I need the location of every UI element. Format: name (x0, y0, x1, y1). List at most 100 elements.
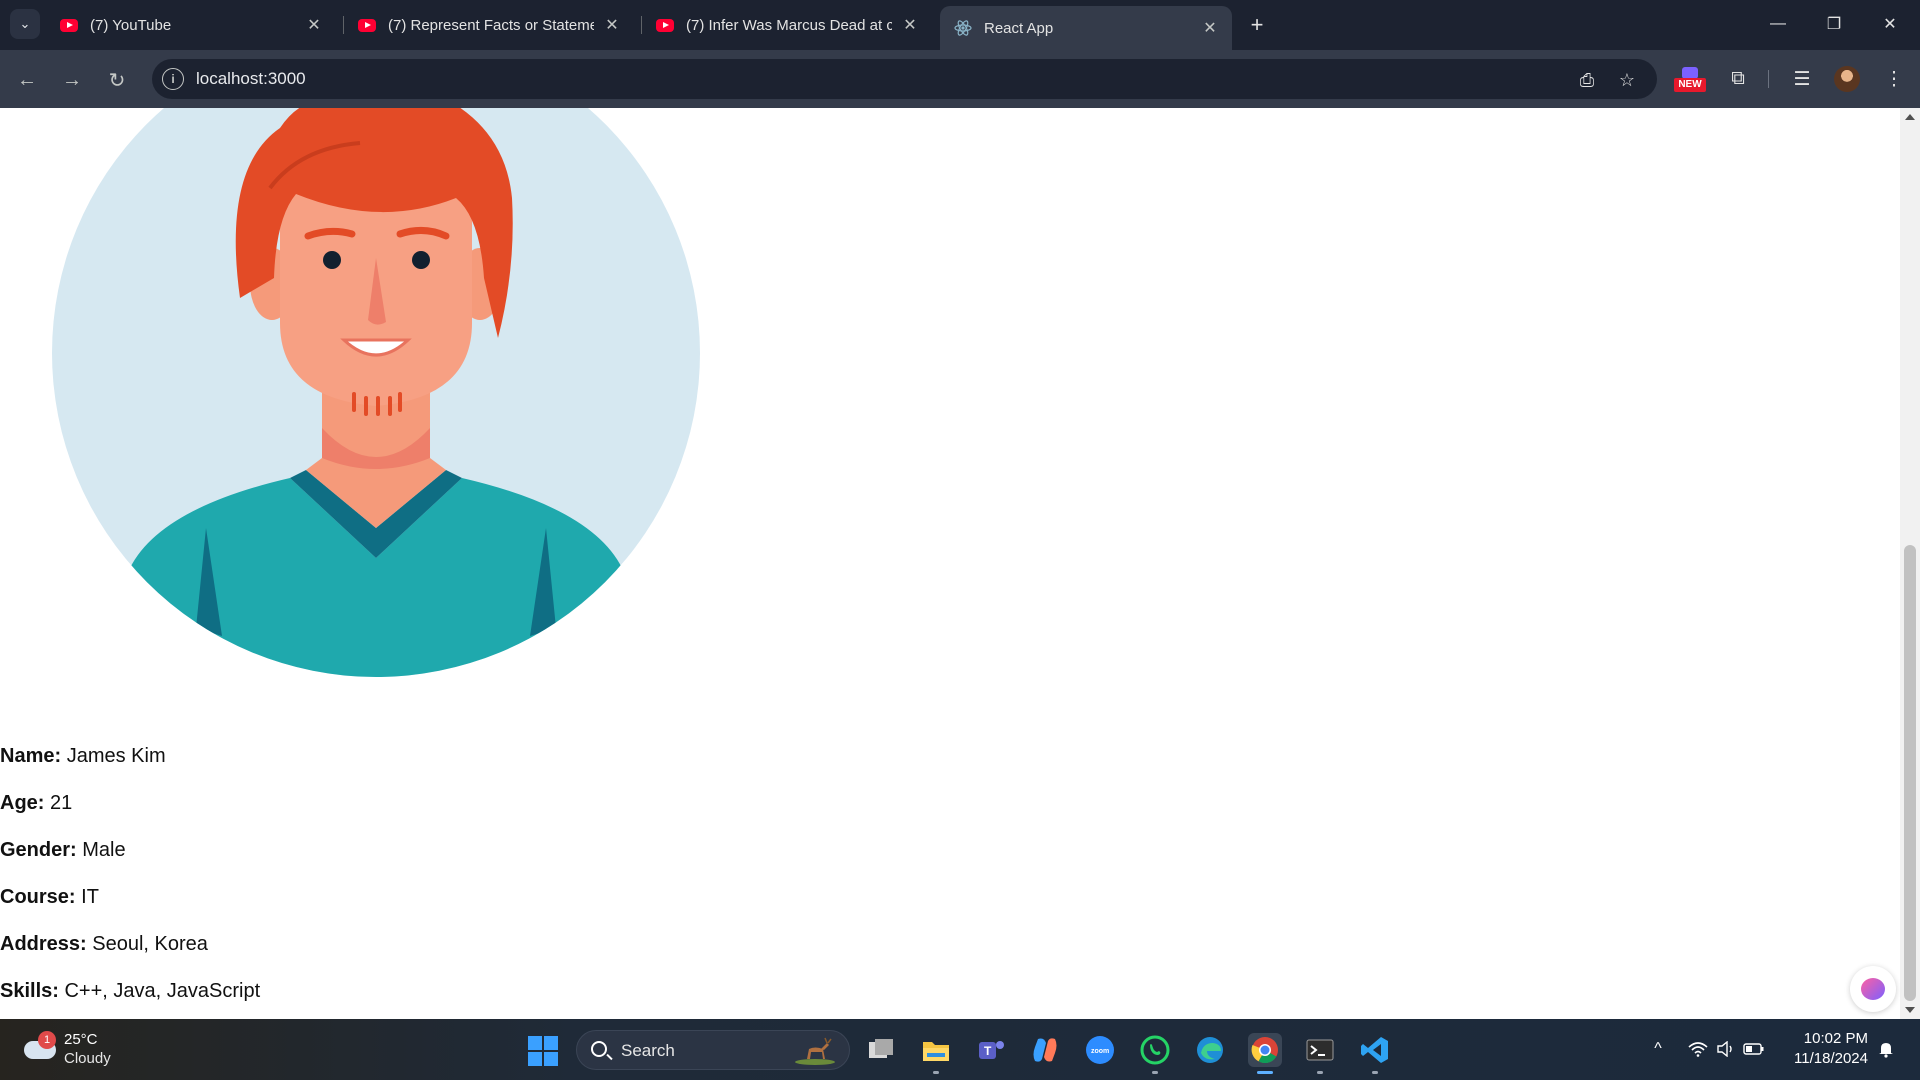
vscode-icon[interactable] (1358, 1033, 1392, 1067)
brain-icon (1861, 978, 1885, 1000)
new-tab-button[interactable]: + (1244, 12, 1270, 38)
detail-label: Name: (0, 745, 62, 767)
teams-icon[interactable]: T (974, 1033, 1008, 1067)
profile-avatar[interactable] (1834, 66, 1860, 92)
tab-title: (7) YouTube (90, 16, 172, 34)
menu-kebab-icon[interactable]: ⋮ (1880, 65, 1908, 93)
clock-date: 11/18/2024 (1794, 1050, 1868, 1067)
close-icon[interactable]: ✕ (900, 15, 920, 35)
start-button[interactable] (528, 1036, 558, 1066)
forward-button[interactable]: → (57, 65, 87, 95)
svg-text:zoom: zoom (1091, 1048, 1109, 1055)
search-label: Search (621, 1041, 675, 1060)
page-scrollbar[interactable] (1900, 108, 1920, 1019)
tab-represent-facts[interactable]: (7) Represent Facts or Statemen ✕ (344, 6, 634, 44)
running-indicator (1152, 1071, 1158, 1074)
tab-react-app[interactable]: React App ✕ (940, 6, 1232, 50)
install-app-icon[interactable]: ⎙ (1575, 68, 1599, 92)
detail-label: Gender: (0, 839, 77, 861)
address-bar[interactable]: i localhost:3000 ⎙ ☆ (152, 59, 1657, 99)
detail-value: 21 (50, 792, 73, 814)
detail-course: Course: IT (0, 885, 260, 932)
detail-label: Course: (0, 886, 76, 908)
extensions-puzzle-icon[interactable]: ⧉ (1724, 65, 1752, 93)
tab-infer-marcus[interactable]: (7) Infer Was Marcus Dead at cu ✕ (642, 6, 932, 44)
notification-bell-icon[interactable] (1874, 1037, 1898, 1061)
close-icon[interactable]: ✕ (1200, 18, 1220, 38)
close-icon[interactable]: ✕ (304, 15, 324, 35)
detail-age: Age: 21 (0, 791, 260, 838)
youtube-icon (656, 16, 674, 34)
search-icon (591, 1041, 607, 1057)
restore-button[interactable]: ❐ (1814, 8, 1854, 40)
tab-title: (7) Represent Facts or Statemen (388, 16, 594, 34)
deer-icon (795, 1037, 835, 1065)
active-indicator (1257, 1071, 1273, 1074)
youtube-icon (358, 16, 376, 34)
bookmark-star-icon[interactable]: ☆ (1615, 68, 1639, 92)
running-indicator (1372, 1071, 1378, 1074)
detail-label: Address: (0, 933, 87, 955)
detail-name: Name: James Kim (0, 744, 260, 791)
tab-youtube[interactable]: (7) YouTube ✕ (46, 6, 336, 44)
back-button[interactable]: ← (12, 65, 42, 95)
detail-skills: Skills: C++, Java, JavaScript (0, 979, 260, 1019)
taskbar-clock[interactable]: 10:02 PM 11/18/2024 (1780, 1029, 1868, 1069)
media-queue-icon[interactable]: ☰ (1788, 65, 1816, 93)
show-hidden-icons-chevron-icon[interactable]: ^ (1646, 1037, 1670, 1061)
window-close-button[interactable]: ✕ (1870, 8, 1910, 40)
detail-label: Skills: (0, 980, 59, 1002)
weather-widget[interactable]: 1 25°C Cloudy (20, 1029, 130, 1071)
address-text[interactable]: localhost:3000 (196, 69, 306, 89)
running-indicator (933, 1071, 939, 1074)
toolbar-divider (1768, 70, 1769, 88)
clock-time: 10:02 PM (1803, 1030, 1868, 1047)
wifi-icon[interactable] (1686, 1037, 1710, 1061)
browser-toolbar: ← → ↻ i localhost:3000 ⎙ ☆ NEW ⧉ ☰ ⋮ (0, 50, 1920, 108)
weather-condition: Cloudy (64, 1050, 111, 1067)
detail-gender: Gender: Male (0, 838, 260, 885)
tab-title: React App (984, 19, 1054, 37)
svg-text:T: T (984, 1044, 992, 1058)
scroll-up-arrow-icon[interactable] (1905, 114, 1915, 120)
profile-avatar-illustration (52, 108, 700, 677)
whatsapp-icon[interactable] (1138, 1033, 1172, 1067)
extension-new-badge[interactable]: NEW (1674, 67, 1706, 93)
detail-label: Age: (0, 792, 45, 814)
tab-title: (7) Infer Was Marcus Dead at cu (686, 16, 892, 34)
reload-button[interactable]: ↻ (102, 65, 132, 95)
detail-value: James Kim (66, 745, 166, 767)
taskbar-search[interactable]: Search (576, 1030, 850, 1070)
minimize-button[interactable]: — (1758, 8, 1798, 40)
scroll-down-arrow-icon[interactable] (1905, 1007, 1915, 1013)
react-icon (954, 19, 972, 37)
new-label: NEW (1674, 78, 1706, 92)
detail-value: Male (82, 839, 126, 861)
page-viewport: Name: James Kim Age: 21 Gender: Male Cou… (0, 108, 1900, 1019)
edge-icon[interactable] (1193, 1033, 1227, 1067)
windows-taskbar: 1 25°C Cloudy Search T zoom ^ 10:02 PM 1… (0, 1019, 1920, 1080)
tab-search-button[interactable]: ⌄ (10, 9, 40, 39)
task-view-icon[interactable] (864, 1033, 898, 1067)
close-icon[interactable]: ✕ (602, 15, 622, 35)
scrollbar-thumb[interactable] (1904, 545, 1916, 1001)
terminal-icon[interactable] (1303, 1033, 1337, 1067)
site-info-icon[interactable]: i (162, 68, 184, 90)
weather-temp: 25°C (64, 1031, 98, 1048)
tab-strip: ⌄ (7) YouTube ✕ (7) Represent Facts or S… (0, 0, 1920, 50)
running-indicator (1317, 1071, 1323, 1074)
detail-address: Address: Seoul, Korea (0, 932, 260, 979)
zoom-icon[interactable]: zoom (1083, 1033, 1117, 1067)
volume-icon[interactable] (1714, 1037, 1738, 1061)
chrome-icon[interactable] (1248, 1033, 1282, 1067)
copilot-icon[interactable] (1028, 1033, 1062, 1067)
detail-value: C++, Java, JavaScript (64, 980, 261, 1002)
profile-details: Name: James Kim Age: 21 Gender: Male Cou… (0, 744, 260, 1019)
battery-icon[interactable] (1742, 1037, 1766, 1061)
notification-badge: 1 (38, 1031, 56, 1049)
chevron-down-icon: ⌄ (19, 16, 31, 31)
floating-assistant-button[interactable] (1850, 966, 1896, 1012)
file-explorer-icon[interactable] (919, 1033, 953, 1067)
youtube-icon (60, 16, 78, 34)
detail-value: IT (81, 886, 99, 908)
